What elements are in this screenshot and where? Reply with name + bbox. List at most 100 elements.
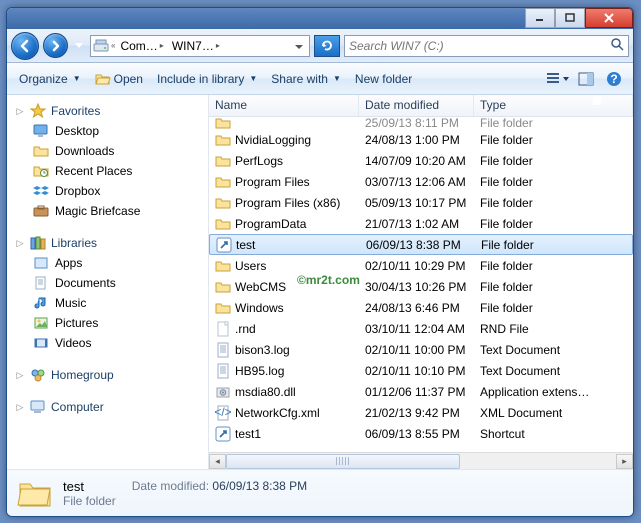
sidebar-item-apps[interactable]: Apps [11, 253, 208, 273]
table-row[interactable]: bison3.log 02/10/11 10:00 PM Text Docume… [209, 339, 633, 360]
command-bar: Organize▼ Open Include in library▼ Share… [7, 63, 633, 95]
column-date[interactable]: Date modified [359, 95, 474, 116]
table-row[interactable]: Program Files (x86) 05/09/13 10:17 PM Fi… [209, 192, 633, 213]
preview-pane-button[interactable] [573, 67, 599, 91]
horizontal-scrollbar[interactable]: ◂ ▸ [209, 452, 633, 469]
table-row[interactable]: WebCMS 30/04/13 10:26 PM File folder [209, 276, 633, 297]
file-rows[interactable]: 25/09/13 8:11 PM File folder NvidiaLoggi… [209, 117, 633, 452]
table-row[interactable]: Program Files 03/07/13 12:06 AM File fol… [209, 171, 633, 192]
file-name: NetworkCfg.xml [235, 406, 320, 420]
include-library-button[interactable]: Include in library▼ [151, 69, 263, 89]
dropbox-icon [33, 183, 49, 199]
file-date: 02/10/11 10:10 PM [359, 364, 474, 378]
sidebar-item-music[interactable]: Music [11, 293, 208, 313]
details-date-value: 06/09/13 8:38 PM [212, 479, 307, 493]
back-button[interactable] [11, 32, 39, 60]
sidebar-item-desktop[interactable]: Desktop [11, 121, 208, 141]
sidebar-item-briefcase[interactable]: Magic Briefcase [11, 201, 208, 221]
table-row[interactable]: msdia80.dll 01/12/06 11:37 PM Applicatio… [209, 381, 633, 402]
table-row[interactable]: Users 02/10/11 10:29 PM File folder [209, 255, 633, 276]
window-controls [525, 8, 633, 29]
scroll-thumb[interactable] [226, 454, 460, 469]
table-row[interactable]: 25/09/13 8:11 PM File folder [209, 117, 633, 129]
address-dropdown[interactable] [291, 39, 307, 53]
file-type: File folder [475, 238, 632, 252]
minimize-button[interactable] [525, 8, 555, 28]
file-type: File folder [474, 280, 633, 294]
open-button[interactable]: Open [89, 68, 149, 90]
table-row[interactable]: HB95.log 02/10/11 10:10 PM Text Document [209, 360, 633, 381]
chevron-icon: « [111, 41, 115, 50]
sidebar-item-dropbox[interactable]: Dropbox [11, 181, 208, 201]
table-row[interactable]: Windows 24/08/13 6:46 PM File folder [209, 297, 633, 318]
details-name: test [63, 479, 116, 494]
recent-icon [33, 163, 49, 179]
file-type: RND File [474, 322, 633, 336]
file-type: Text Document [474, 364, 633, 378]
breadcrumb-computer[interactable]: Com…▸ [117, 36, 166, 56]
sidebar-item-videos[interactable]: Videos [11, 333, 208, 353]
folder-icon [215, 300, 231, 316]
file-date: 01/12/06 11:37 PM [359, 385, 474, 399]
table-row[interactable]: .rnd 03/10/11 12:04 AM RND File [209, 318, 633, 339]
scroll-right-button[interactable]: ▸ [616, 454, 633, 469]
view-options-button[interactable] [545, 67, 571, 91]
drive-icon [93, 38, 109, 54]
folder-icon [215, 216, 231, 232]
breadcrumb-drive[interactable]: WIN7…▸ [169, 36, 223, 56]
refresh-button[interactable] [314, 35, 340, 57]
favorites-label: Favorites [51, 104, 100, 118]
table-row[interactable]: </>NetworkCfg.xml 21/02/13 9:42 PM XML D… [209, 402, 633, 423]
search-box[interactable] [344, 35, 629, 57]
folder-icon [215, 258, 231, 274]
file-date: 03/10/11 12:04 AM [359, 322, 474, 336]
homegroup-group[interactable]: ▷ Homegroup [11, 365, 208, 385]
libraries-group[interactable]: ▷ Libraries [11, 233, 208, 253]
file-date: 03/07/13 12:06 AM [359, 175, 474, 189]
help-button[interactable]: ? [601, 67, 627, 91]
collapse-icon: ▷ [15, 370, 25, 381]
videos-icon [33, 335, 49, 351]
file-type: Shortcut [474, 427, 633, 441]
documents-icon [33, 275, 49, 291]
sidebar-item-documents[interactable]: Documents [11, 273, 208, 293]
computer-group[interactable]: ▷ Computer [11, 397, 208, 417]
text-icon [215, 342, 231, 358]
history-dropdown[interactable] [72, 34, 86, 58]
file-name: Program Files (x86) [235, 196, 340, 210]
sidebar-item-downloads[interactable]: Downloads [11, 141, 208, 161]
table-row[interactable]: PerfLogs 14/07/09 10:20 AM File folder [209, 150, 633, 171]
column-type[interactable]: Type [474, 95, 633, 116]
folder-icon [215, 132, 231, 148]
table-row[interactable]: NvidiaLogging 24/08/13 1:00 PM File fold… [209, 129, 633, 150]
file-date: 06/09/13 8:55 PM [359, 427, 474, 441]
table-row[interactable]: ProgramData 21/07/13 1:02 AM File folder [209, 213, 633, 234]
collapse-icon: ▷ [15, 106, 25, 117]
organize-button[interactable]: Organize▼ [13, 69, 87, 89]
file-type: XML Document [474, 406, 633, 420]
sidebar-item-recent[interactable]: Recent Places [11, 161, 208, 181]
scroll-track[interactable] [226, 454, 616, 469]
favorites-group[interactable]: ▷ Favorites [11, 101, 208, 121]
desktop-icon [33, 123, 49, 139]
scroll-left-button[interactable]: ◂ [209, 454, 226, 469]
search-input[interactable] [349, 39, 610, 53]
file-name: Windows [235, 301, 284, 315]
column-headers[interactable]: Name Date modified Type [209, 95, 633, 117]
file-type: File folder [474, 259, 633, 273]
address-bar[interactable]: « Com…▸ WIN7…▸ [90, 35, 310, 57]
table-row[interactable]: test1 06/09/13 8:55 PM Shortcut [209, 423, 633, 444]
file-name: test [236, 238, 255, 252]
forward-button[interactable] [43, 33, 68, 58]
file-name: WebCMS [235, 280, 286, 294]
maximize-button[interactable] [555, 8, 585, 28]
dll-icon [215, 384, 231, 400]
share-with-button[interactable]: Share with▼ [265, 69, 347, 89]
navigation-pane[interactable]: ▷ Favorites Desktop Downloads Recent Pla… [7, 95, 209, 469]
table-row[interactable]: test 06/09/13 8:38 PM File folder [209, 234, 633, 255]
close-button[interactable] [585, 8, 633, 28]
new-folder-button[interactable]: New folder [349, 69, 418, 89]
column-name[interactable]: Name [209, 95, 359, 116]
libraries-icon [30, 235, 46, 251]
sidebar-item-pictures[interactable]: Pictures [11, 313, 208, 333]
